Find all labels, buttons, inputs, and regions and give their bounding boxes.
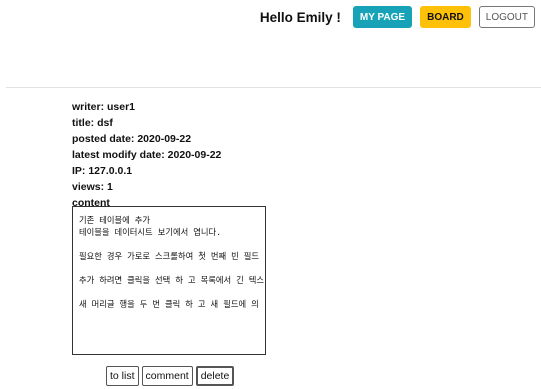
content-line: 테이블을 데이터시트 보기에서 엽니다. [79, 227, 222, 237]
comment-button[interactable]: comment [141, 366, 193, 386]
content-line: 새 머리글 행을 두 번 클릭 하 고 새 필드에 의 [79, 299, 259, 309]
views-text: views: 1 [72, 181, 113, 193]
content-line [79, 262, 265, 274]
content-line: 기존 테이블에 추가 [79, 215, 151, 225]
content-line: 필요한 경우 가로로 스크롤하여 첫 번째 빈 필드 [79, 251, 259, 261]
board-button[interactable]: BOARD [420, 6, 471, 28]
content-textarea[interactable]: 기존 테이블에 추가 테이블을 데이터시트 보기에서 엽니다. 필요한 경우 가… [72, 206, 266, 355]
post-actions: to list comment delete [106, 366, 235, 386]
my-page-button[interactable]: MY PAGE [352, 6, 413, 28]
to-list-button[interactable]: to list [106, 366, 139, 386]
header-divider [6, 87, 541, 88]
title-text: title: dsf [72, 117, 113, 129]
header: Hello Emily ! MY PAGE BOARD LOGOUT [260, 6, 535, 28]
greeting-text: Hello Emily ! [259, 9, 341, 25]
page: Hello Emily ! MY PAGE BOARD LOGOUT write… [0, 0, 541, 389]
post-details: writer: user1 title: dsf posted date: 20… [72, 99, 221, 211]
delete-button[interactable]: delete [195, 366, 235, 386]
writer-text: writer: user1 [72, 101, 136, 113]
logout-button[interactable]: LOGOUT [478, 6, 535, 28]
content-line [79, 286, 265, 298]
content-line: 추가 하려면 클릭을 선택 하 고 목록에서 긴 텍스 [79, 275, 264, 285]
ip-text: IP: 127.0.0.1 [72, 165, 133, 177]
content-line [79, 238, 265, 250]
posted-date-text: posted date: 2020-09-22 [72, 133, 192, 145]
latest-modify-date-text: latest modify date: 2020-09-22 [72, 149, 222, 161]
